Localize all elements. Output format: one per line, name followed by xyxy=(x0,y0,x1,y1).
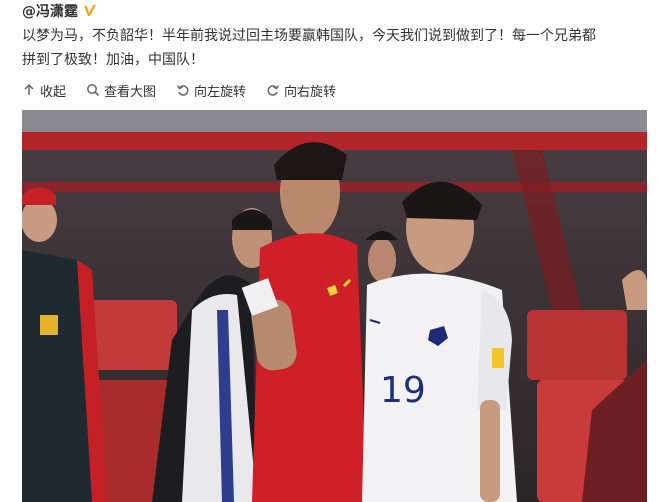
post-photo[interactable]: 19 xyxy=(22,110,647,502)
post-text: 以梦为马，不负韶华！半年前我说过回主场要赢韩国队，今天我们说到做到了！每一个兄弟… xyxy=(22,24,652,72)
rotate-left-icon xyxy=(176,85,189,96)
rotate-right-icon xyxy=(267,85,280,96)
rotate-right-button[interactable]: 向右旋转 xyxy=(266,81,336,100)
rotate-right-label: 向右旋转 xyxy=(284,84,337,100)
post-text-line-1: 以梦为马，不负韶华！半年前我说过回主场要赢韩国队，今天我们说到做到了！每一个兄弟… xyxy=(22,28,596,44)
author-row: @冯潇霆 xyxy=(22,0,98,22)
arrow-up-icon xyxy=(24,83,34,95)
post-text-line-2: 拼到了极致！加油，中国队！ xyxy=(22,52,204,68)
search-icon xyxy=(87,84,100,97)
author-name[interactable]: @冯潇霆 xyxy=(22,1,78,21)
verified-badge-icon xyxy=(82,3,98,19)
collapse-button[interactable]: 收起 xyxy=(22,81,66,100)
collapse-label: 收起 xyxy=(40,84,67,100)
rotate-left-button[interactable]: 向左旋转 xyxy=(176,81,246,100)
image-toolbar: 收起 查看大图 向左旋转 向右旋转 xyxy=(22,80,356,100)
view-large-button[interactable]: 查看大图 xyxy=(86,81,156,100)
view-large-label: 查看大图 xyxy=(104,84,157,100)
kit-number: 19 xyxy=(380,370,426,411)
rotate-left-label: 向左旋转 xyxy=(194,84,247,100)
